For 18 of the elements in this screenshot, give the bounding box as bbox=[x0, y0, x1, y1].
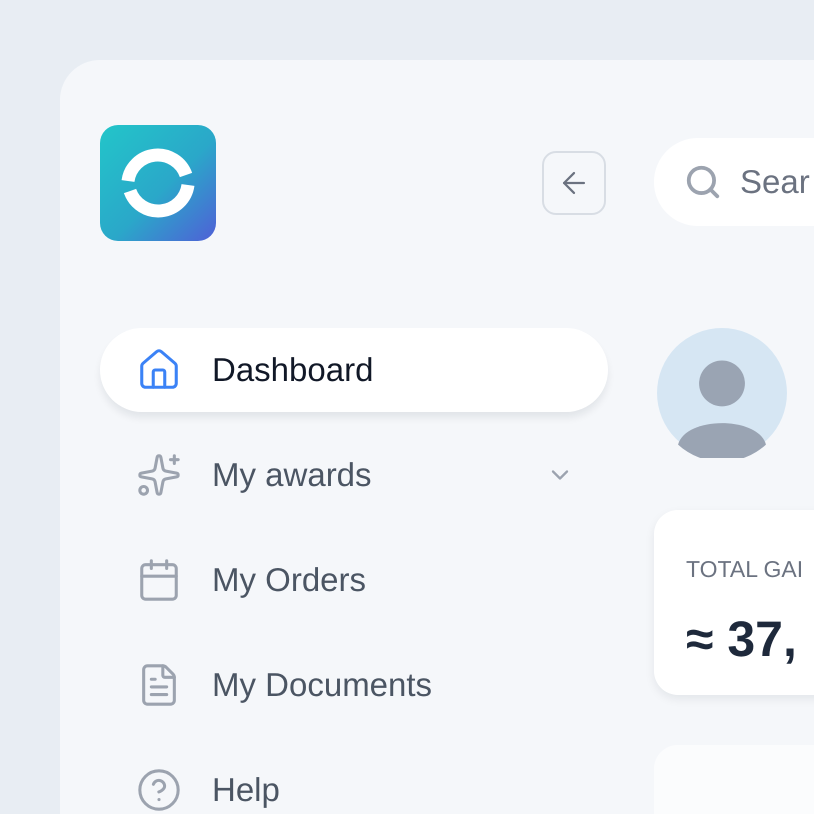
nav-item[interactable]: Help bbox=[100, 748, 608, 814]
stat-label: TOTAL GAI bbox=[686, 554, 804, 584]
nav-item[interactable]: My Documents bbox=[100, 643, 608, 727]
nav-label: My Orders bbox=[212, 560, 366, 600]
nav-item[interactable]: My awards bbox=[100, 433, 608, 517]
help-icon bbox=[136, 767, 182, 813]
sparkles-icon bbox=[136, 452, 182, 498]
logo-icon bbox=[100, 125, 216, 241]
nav-label: Dashboard bbox=[212, 350, 374, 390]
search-field[interactable]: Sear bbox=[654, 138, 814, 226]
nav-item[interactable]: Dashboard bbox=[100, 328, 608, 412]
stat-value: ≈ 37, bbox=[686, 610, 797, 670]
search-icon bbox=[684, 163, 722, 201]
collapse-button[interactable] bbox=[542, 151, 606, 215]
nav-label: My awards bbox=[212, 455, 372, 496]
nav-label: Help bbox=[212, 770, 280, 810]
nav-label: My Documents bbox=[212, 665, 432, 706]
nav-item[interactable]: My Orders bbox=[100, 538, 608, 622]
